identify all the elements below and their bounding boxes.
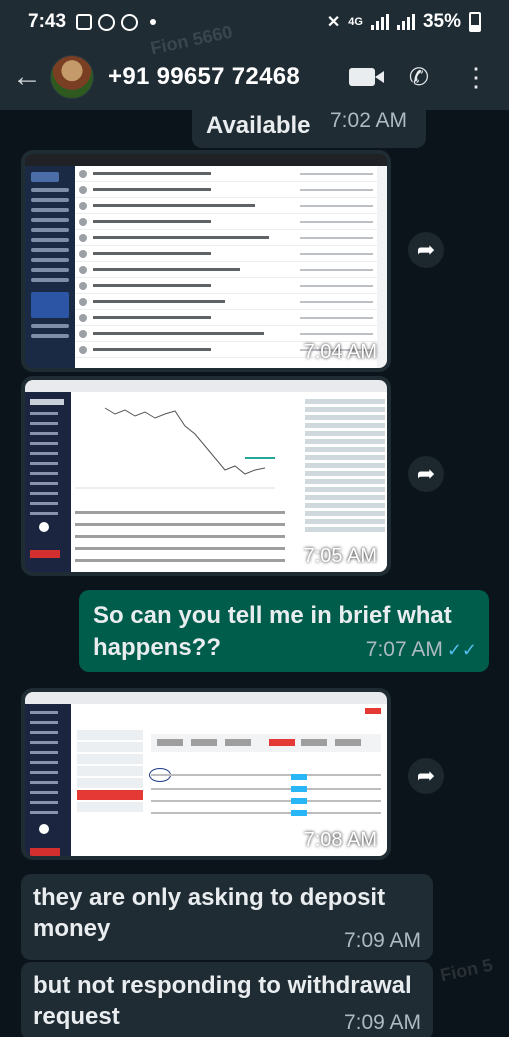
b-app-icon [121, 13, 139, 31]
mute-icon: ✕ [326, 14, 341, 31]
gmail-inbox-screenshot[interactable]: 7:04 AM [25, 154, 387, 368]
image-message[interactable]: 7:08 AM [21, 688, 391, 860]
watermark: Fion 5 [438, 954, 495, 986]
signal-2-icon [396, 14, 415, 30]
message-time: 7:07 AM ✓✓ [365, 638, 477, 661]
video-call-icon[interactable] [348, 68, 384, 86]
transaction-history-screenshot[interactable]: 7:08 AM [25, 692, 387, 856]
status-time: 7:43 [28, 11, 67, 32]
message-time: 7:02 AM [330, 109, 408, 132]
network-type: 4G [348, 16, 363, 28]
forward-icon[interactable]: ➦ [408, 232, 444, 268]
forward-icon[interactable]: ➦ [408, 456, 444, 492]
message-outgoing[interactable]: So can you tell me in brief what happens… [79, 590, 489, 672]
message-time: 7:09 AM [343, 1011, 421, 1034]
trading-platform-chart-screenshot[interactable]: 7:05 AM [25, 380, 387, 572]
message-incoming[interactable]: but not responding to withdrawal request… [21, 962, 433, 1037]
message-incoming[interactable]: Available 7:02 AM [192, 100, 426, 148]
signal-icon [370, 14, 389, 30]
system-icons: ✕ 4G 35% [327, 11, 481, 33]
price-chart[interactable] [75, 396, 275, 491]
image-message[interactable]: 7:05 AM [21, 376, 391, 576]
contact-name[interactable]: +91 99657 72468 [108, 63, 300, 91]
more-options-icon[interactable]: ⋮ [463, 64, 489, 90]
back-arrow-icon[interactable]: ← [12, 60, 44, 94]
battery-icon [469, 12, 481, 32]
gallery-icon [76, 14, 93, 30]
message-time: 7:05 AM [303, 545, 377, 567]
battery-percent: 35% [422, 11, 461, 32]
whatsapp-icon [98, 13, 116, 31]
positions-table [75, 502, 285, 571]
chat-area[interactable]: Fion 5660 Available 7:02 AM 7:04 AM ➦ 7:… [0, 22, 509, 1037]
forward-icon[interactable]: ➦ [408, 758, 444, 794]
status-bar: 7:43 ✕ 4G 35% [0, 0, 509, 44]
read-ticks-icon: ✓✓ [446, 640, 477, 660]
header-actions: ✆ ⋮ [348, 63, 497, 92]
message-time: 7:09 AM [343, 929, 421, 952]
message-incoming[interactable]: they are only asking to deposit money 7:… [21, 874, 433, 960]
more-notifications-icon [150, 19, 157, 25]
order-book [305, 396, 385, 546]
phone-call-icon[interactable]: ✆ [409, 63, 429, 92]
message-time: 7:08 AM [303, 829, 377, 851]
message-text: Available [206, 112, 311, 139]
notification-icons [76, 13, 157, 31]
avatar[interactable] [50, 55, 94, 99]
image-message[interactable]: 7:04 AM [21, 150, 391, 372]
